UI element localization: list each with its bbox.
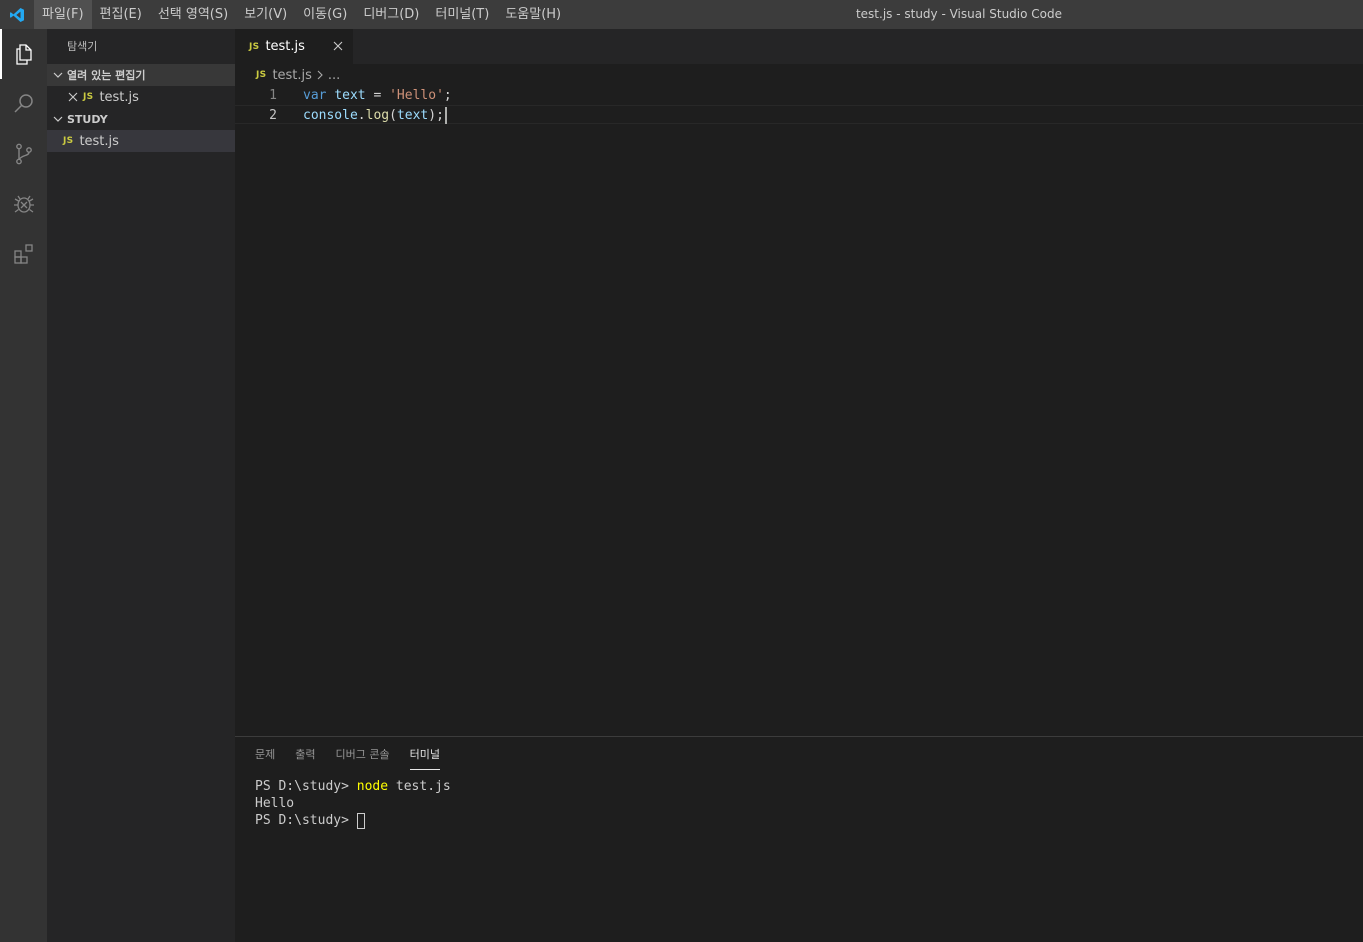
folder-label: STUDY (67, 112, 108, 126)
terminal[interactable]: PS D:\study> node test.js Hello PS D:\st… (235, 772, 1363, 829)
folder-header-study[interactable]: STUDY (47, 108, 235, 130)
terminal-args: test.js (388, 779, 451, 794)
search-icon[interactable] (0, 79, 47, 129)
open-editor-item[interactable]: JS test.js (47, 86, 235, 108)
terminal-prompt: PS D:\study> (255, 779, 357, 794)
sidebar-title: 탐색기 (67, 40, 98, 53)
js-file-icon: JS (256, 70, 267, 80)
vscode-logo-icon (0, 0, 34, 29)
tab-problems[interactable]: 문제 (255, 737, 275, 772)
breadcrumb: JS test.js ... (235, 64, 1363, 86)
js-file-icon: JS (63, 136, 74, 146)
activity-bar (0, 29, 47, 942)
terminal-line: PS D:\study> (255, 812, 1363, 829)
window-title: test.js - study - Visual Studio Code (855, 7, 1063, 21)
bottom-panel: 문제 출력 디버그 콘솔 터미널 PS D:\study> node test.… (235, 736, 1363, 942)
code-token: console (303, 108, 358, 123)
breadcrumb-more[interactable]: ... (328, 68, 340, 83)
code-editor[interactable]: 1 var text = 'Hello'; 2 console.log(text); (235, 86, 1363, 124)
tab-debug-console[interactable]: 디버그 콘솔 (336, 737, 390, 772)
code-line[interactable]: 2 console.log(text); (235, 105, 1363, 124)
code-token: . (357, 108, 366, 123)
open-editor-filename: test.js (99, 89, 139, 105)
menu-selection[interactable]: 선택 영역(S) (150, 0, 236, 29)
tab-output[interactable]: 출력 (295, 737, 315, 772)
text-cursor (444, 107, 447, 124)
code-token: text (396, 108, 429, 123)
code-token: var (303, 88, 327, 103)
editor-area: JS test.js JS test.js ... 1 var text = 'H… (235, 29, 1363, 736)
explorer-sidebar: 탐색기 열려 있는 편집기 JS test.js STUDY JS test.j… (47, 29, 235, 942)
menu-bar: 파일(F) 편집(E) 선택 영역(S) 보기(V) 이동(G) 디버그(D) … (34, 0, 569, 29)
terminal-cursor (356, 812, 365, 829)
terminal-output: Hello (255, 796, 295, 811)
menu-help[interactable]: 도움말(H) (497, 0, 569, 29)
menu-debug[interactable]: 디버그(D) (355, 0, 427, 29)
code-token: ; (443, 88, 452, 103)
source-control-icon[interactable] (0, 129, 47, 179)
menu-go[interactable]: 이동(G) (295, 0, 355, 29)
menu-terminal[interactable]: 터미널(T) (427, 0, 497, 29)
code-token: 'Hello' (389, 88, 444, 103)
panel-tab-bar: 문제 출력 디버그 콘솔 터미널 (235, 737, 1363, 772)
code-token: log (365, 108, 390, 123)
terminal-prompt: PS D:\study> (255, 813, 357, 828)
line-number: 2 (269, 108, 277, 123)
js-file-icon: JS (249, 41, 260, 52)
breadcrumb-file[interactable]: test.js (272, 68, 311, 83)
title-bar: 파일(F) 편집(E) 선택 영역(S) 보기(V) 이동(G) 디버그(D) … (0, 0, 1363, 29)
editor-tab-test-js[interactable]: JS test.js (235, 29, 353, 64)
code-text: console.log(text); (277, 106, 447, 124)
line-number: 1 (269, 88, 277, 103)
js-file-icon: JS (83, 92, 94, 102)
code-token: ); (428, 108, 444, 123)
code-line[interactable]: 1 var text = 'Hello'; (235, 86, 1363, 105)
terminal-line: PS D:\study> node test.js (255, 778, 1363, 795)
chevron-down-icon (51, 114, 65, 124)
code-text: var text = 'Hello'; (277, 86, 452, 105)
menu-file[interactable]: 파일(F) (34, 0, 92, 29)
chevron-down-icon (51, 70, 65, 80)
tab-label: test.js (265, 39, 305, 54)
editor-tab-bar: JS test.js (235, 29, 1363, 64)
chevron-right-icon (316, 70, 324, 80)
file-name: test.js (79, 133, 119, 149)
close-icon[interactable] (331, 39, 345, 53)
tab-terminal[interactable]: 터미널 (409, 737, 441, 772)
code-token: text (334, 88, 366, 103)
file-item-test-js[interactable]: JS test.js (47, 130, 235, 152)
menu-view[interactable]: 보기(V) (236, 0, 295, 29)
close-icon[interactable] (65, 92, 81, 102)
code-token: ( (389, 108, 397, 123)
terminal-command: node (356, 779, 389, 794)
debug-icon[interactable] (0, 179, 47, 229)
open-editors-header[interactable]: 열려 있는 편집기 (47, 64, 235, 86)
explorer-icon[interactable] (0, 29, 47, 79)
extensions-icon[interactable] (0, 229, 47, 279)
menu-edit[interactable]: 편집(E) (92, 0, 150, 29)
code-token: = (365, 88, 390, 103)
open-editors-label: 열려 있는 편집기 (67, 69, 146, 82)
